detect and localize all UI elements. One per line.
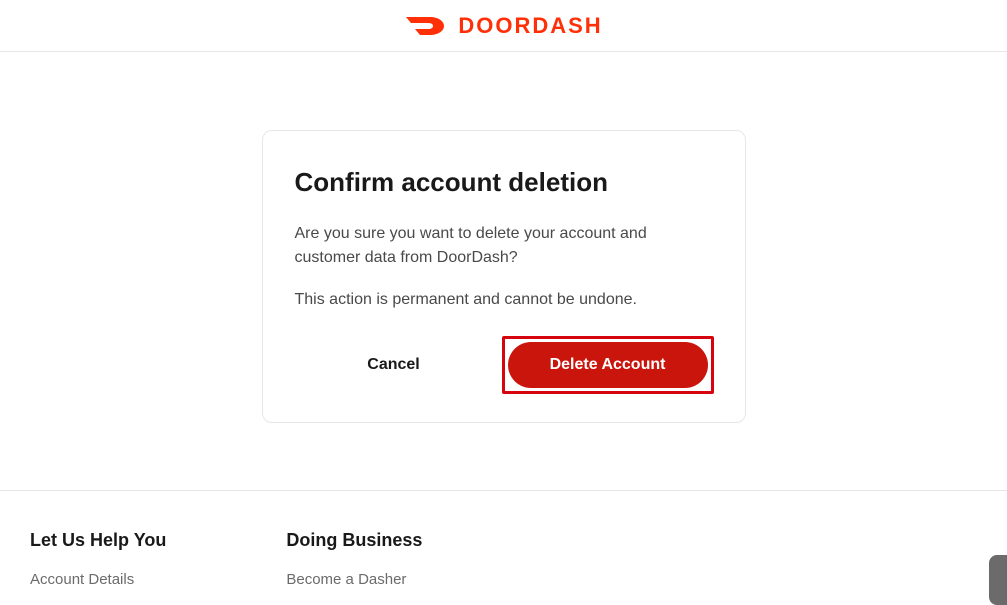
dialog-message-1: Are you sure you want to delete your acc…: [295, 222, 713, 270]
delete-button-highlight: Delete Account: [502, 336, 714, 394]
confirm-deletion-dialog: Confirm account deletion Are you sure yo…: [262, 130, 746, 423]
doordash-icon: [404, 14, 448, 38]
cancel-button[interactable]: Cancel: [294, 342, 494, 388]
footer-divider: [0, 490, 1007, 491]
footer-link-become-dasher[interactable]: Become a Dasher: [286, 571, 422, 588]
delete-account-button[interactable]: Delete Account: [508, 342, 708, 388]
footer-col-business: Doing Business Become a Dasher: [286, 530, 422, 588]
feedback-tab[interactable]: [989, 555, 1007, 605]
main-content: Confirm account deletion Are you sure yo…: [0, 52, 1007, 423]
footer-heading-business: Doing Business: [286, 530, 422, 551]
footer-link-account-details[interactable]: Account Details: [30, 571, 166, 588]
footer-heading-help: Let Us Help You: [30, 530, 166, 551]
dialog-buttons: Cancel Delete Account: [295, 336, 713, 394]
footer: Let Us Help You Account Details Doing Bu…: [30, 530, 422, 588]
dialog-message-2: This action is permanent and cannot be u…: [295, 288, 713, 312]
dialog-title: Confirm account deletion: [295, 167, 713, 198]
brand-text: DOORDASH: [458, 13, 602, 39]
brand-logo[interactable]: DOORDASH: [404, 13, 602, 39]
header: DOORDASH: [0, 0, 1007, 52]
footer-col-help: Let Us Help You Account Details: [30, 530, 166, 588]
